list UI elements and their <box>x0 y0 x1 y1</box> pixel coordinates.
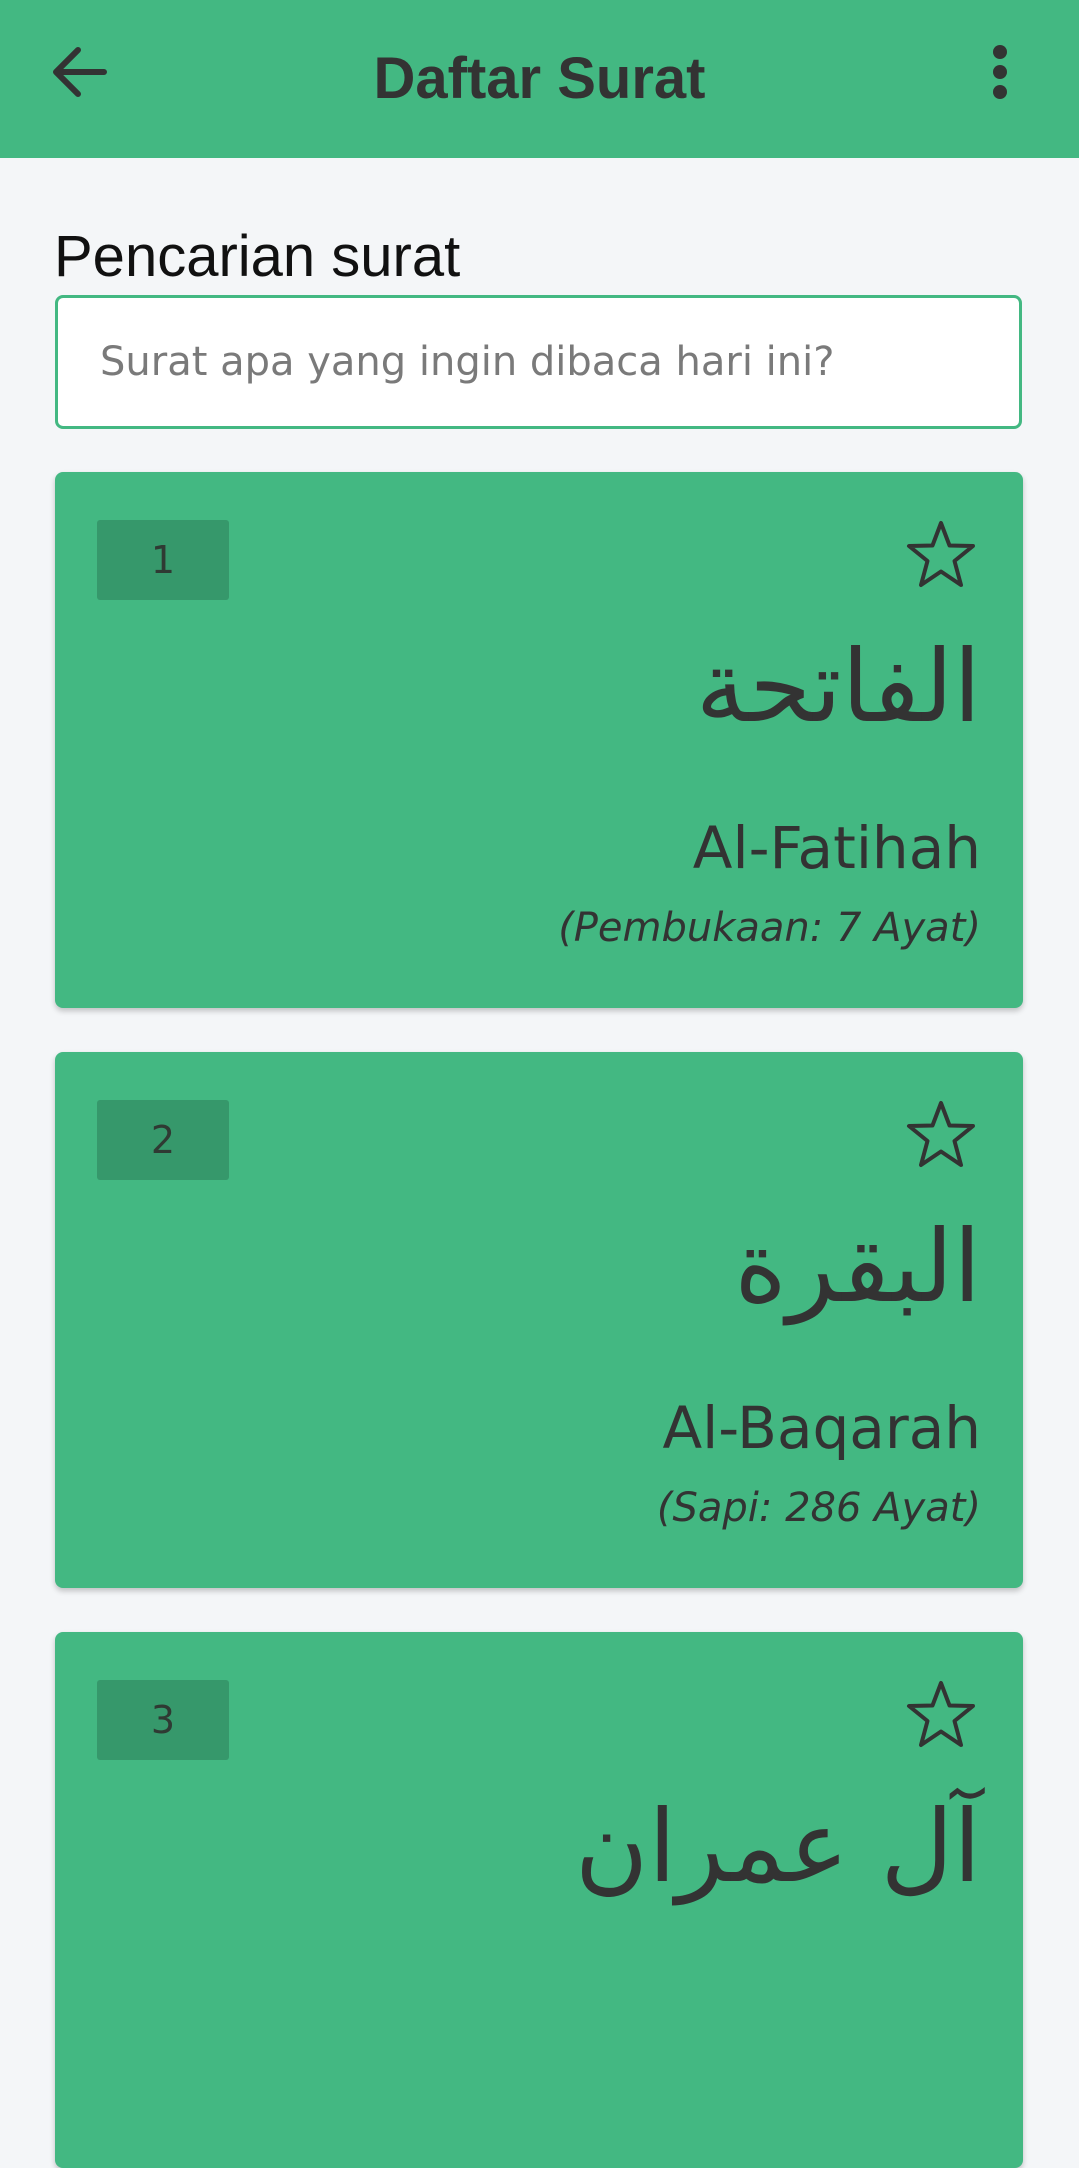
surah-card[interactable]: 3 آل عمران <box>55 1632 1023 2168</box>
surah-arabic-name: الفاتحة <box>695 628 981 745</box>
surah-meaning-text: Pembukaan <box>573 905 810 951</box>
page-title: Daftar Surat <box>373 46 706 111</box>
search-label: Pencarian surat <box>54 224 461 289</box>
surah-number-badge: 2 <box>97 1100 229 1180</box>
more-options-button[interactable] <box>972 36 1028 108</box>
surah-latin-name: Al-Fatihah <box>692 814 981 882</box>
more-vertical-icon <box>993 45 1007 99</box>
surah-arabic-name: البقرة <box>734 1208 981 1325</box>
star-outline-icon <box>907 521 975 587</box>
surah-number-badge: 3 <box>97 1680 229 1760</box>
search-input[interactable] <box>55 295 1022 429</box>
star-outline-icon <box>907 1681 975 1747</box>
favorite-button[interactable] <box>903 1096 979 1172</box>
surah-card[interactable]: 2 البقرة Al-Baqarah (Sapi: 286 Ayat) <box>55 1052 1023 1588</box>
surah-meaning-text: Sapi <box>672 1485 759 1531</box>
surah-meaning: (Pembukaan: 7 Ayat) <box>558 905 981 951</box>
favorite-button[interactable] <box>903 516 979 592</box>
favorite-button[interactable] <box>903 1676 979 1752</box>
star-outline-icon <box>907 1101 975 1167</box>
surah-card[interactable]: 1 الفاتحة Al-Fatihah (Pembukaan: 7 Ayat) <box>55 472 1023 1008</box>
surah-latin-name: Al-Baqarah <box>662 1394 982 1462</box>
surah-number-badge: 1 <box>97 520 229 600</box>
surah-ayat-count: 286 Ayat <box>785 1485 966 1531</box>
surah-meaning: (Sapi: 286 Ayat) <box>656 1485 981 1531</box>
app-bar: Daftar Surat <box>0 0 1079 158</box>
surah-ayat-count: 7 Ayat <box>835 905 966 951</box>
surah-arabic-name: آل عمران <box>574 1788 981 1905</box>
